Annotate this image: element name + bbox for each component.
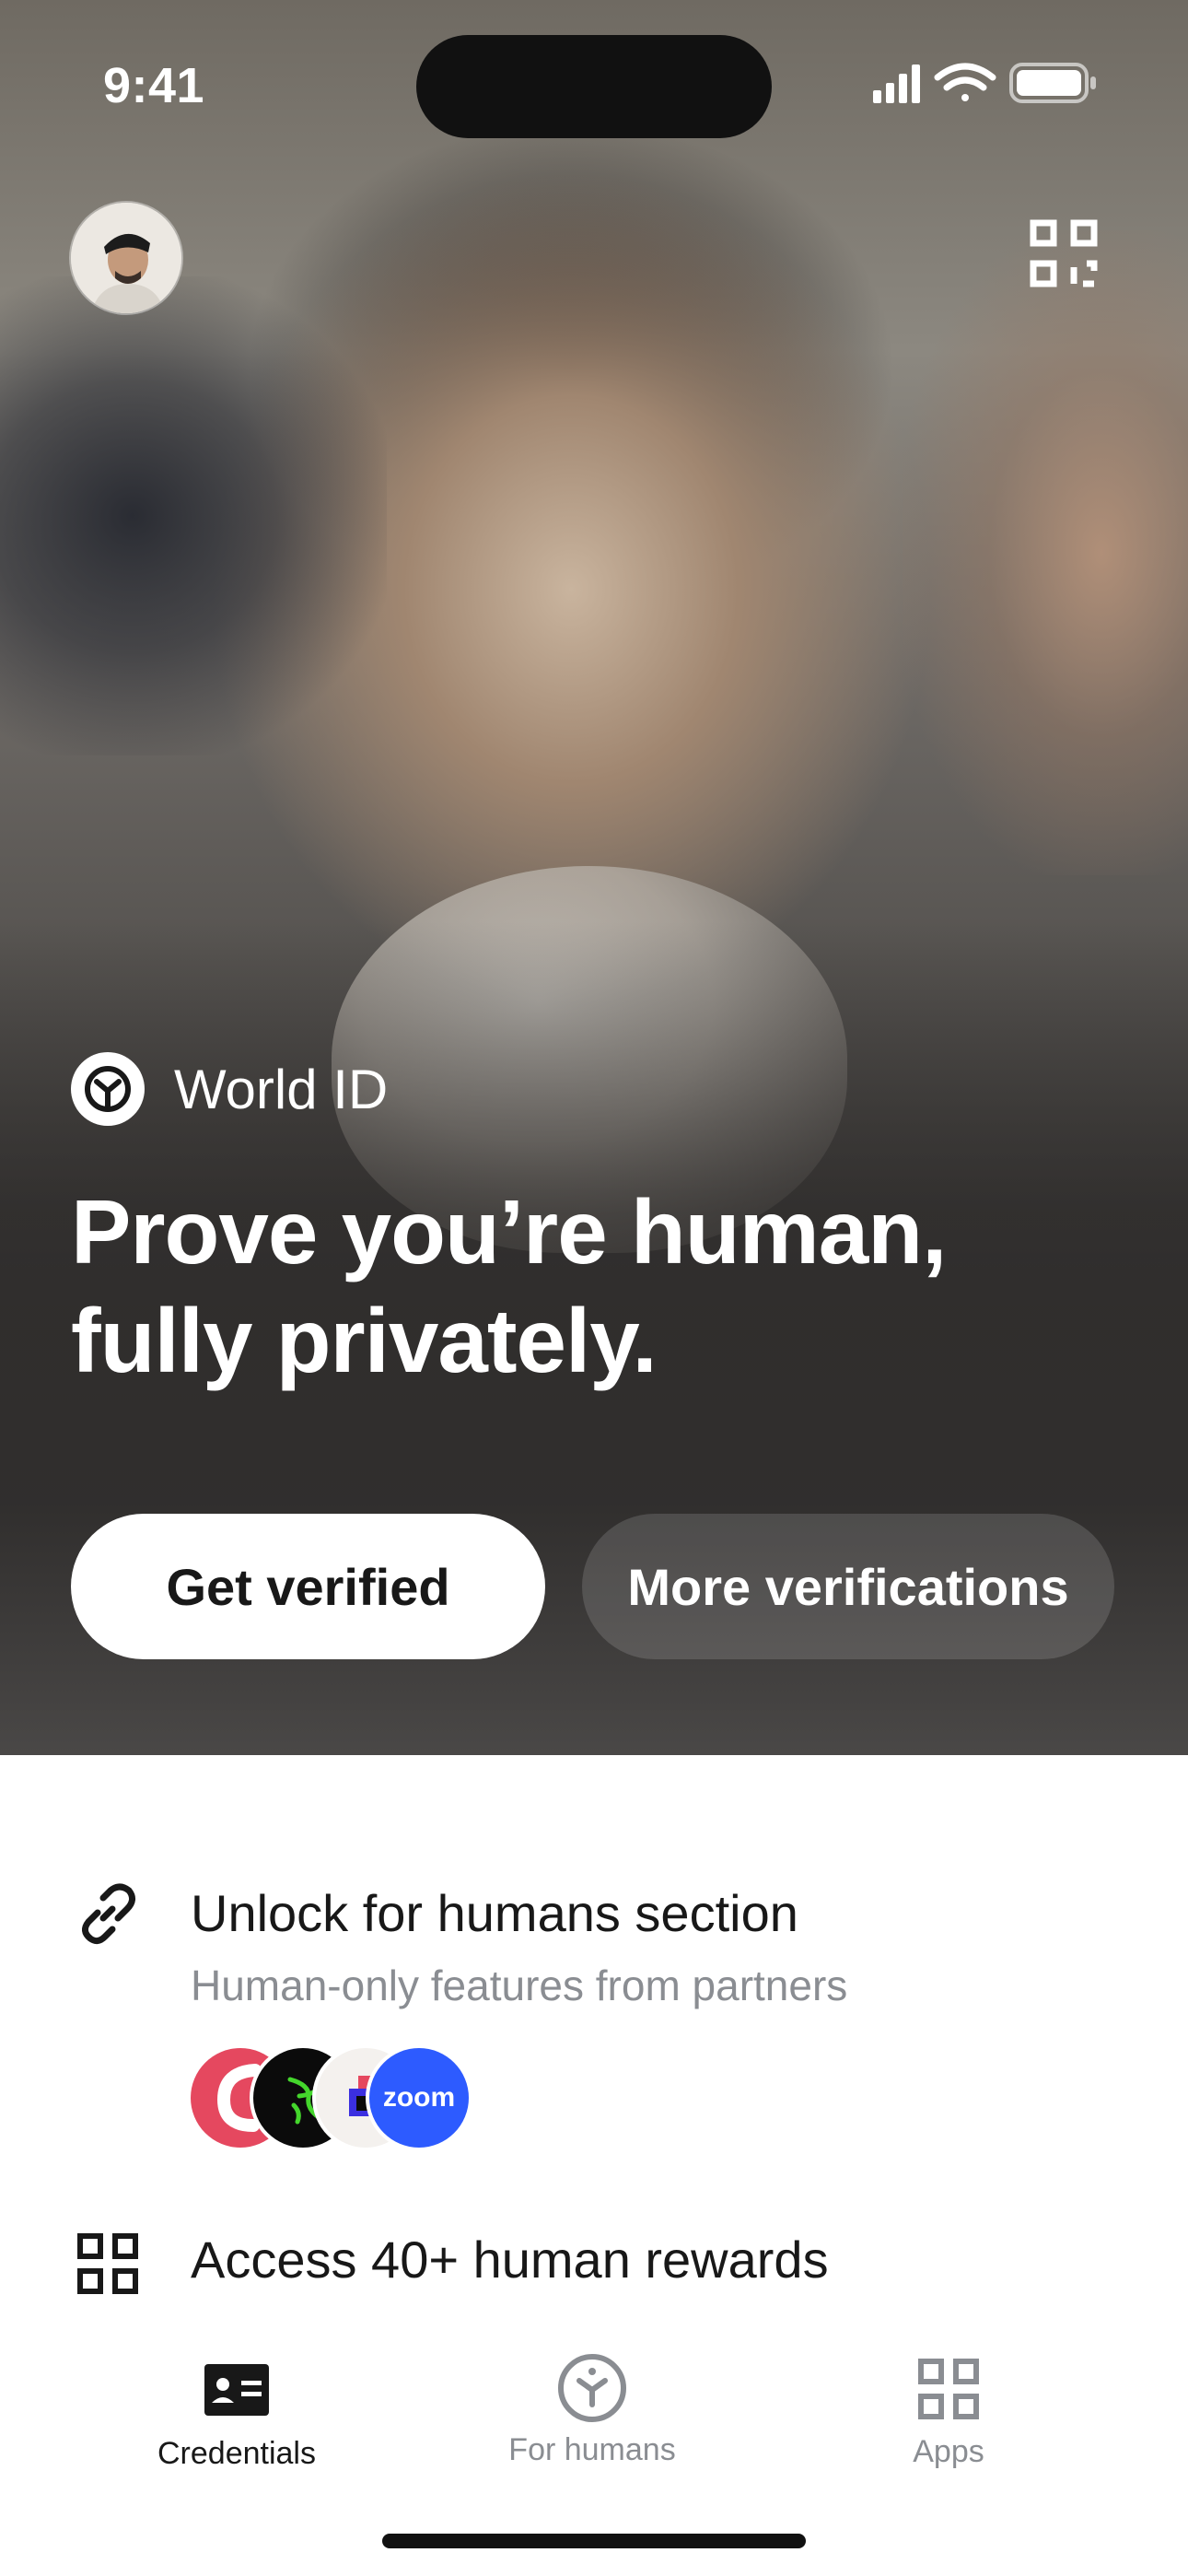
world-id-label: World ID [174, 1058, 389, 1120]
id-card-icon [204, 2364, 269, 2416]
tab-apps-label: Apps [913, 2434, 984, 2469]
hero-photo-background [0, 276, 387, 755]
status-time: 9:41 [103, 58, 205, 113]
unlock-feature-subtitle: Human-only features from partners [191, 1961, 848, 2009]
get-verified-button[interactable]: Get verified [71, 1514, 545, 1659]
hero-title: Prove you’re human, fully privately. [71, 1181, 947, 1391]
grid-icon [76, 2231, 140, 2296]
signal-icon [873, 64, 920, 103]
partner-logos: zoom [191, 2048, 485, 2148]
status-icons [873, 61, 1103, 107]
home-indicator[interactable] [382, 2534, 806, 2548]
world-id-icon [558, 2354, 626, 2422]
rewards-feature-title[interactable]: Access 40+ human rewards [191, 2230, 829, 2289]
link-icon [76, 1881, 140, 1946]
tab-apps[interactable]: Apps [810, 2359, 1087, 2510]
tab-for-humans[interactable]: For humans [454, 2354, 730, 2510]
zoom-logo: zoom [369, 2048, 469, 2148]
tab-credentials[interactable]: Credentials [99, 2362, 375, 2510]
more-verifications-button[interactable]: More verifications [582, 1514, 1114, 1659]
unlock-feature-title[interactable]: Unlock for humans section [191, 1883, 798, 1943]
world-id-brand: World ID [71, 1052, 388, 1126]
tab-for-humans-label: For humans [508, 2432, 676, 2467]
dynamic-island [416, 35, 772, 138]
qr-scan-icon [1030, 219, 1098, 287]
wifi-icon [934, 63, 996, 101]
qr-scan-button[interactable] [1030, 219, 1098, 287]
world-id-logo-icon [71, 1052, 145, 1126]
apps-grid-icon [918, 2359, 979, 2419]
hero-photo-person [903, 230, 1188, 875]
battery-icon [1009, 63, 1096, 103]
tab-credentials-label: Credentials [157, 2436, 316, 2471]
profile-avatar[interactable] [71, 203, 181, 313]
